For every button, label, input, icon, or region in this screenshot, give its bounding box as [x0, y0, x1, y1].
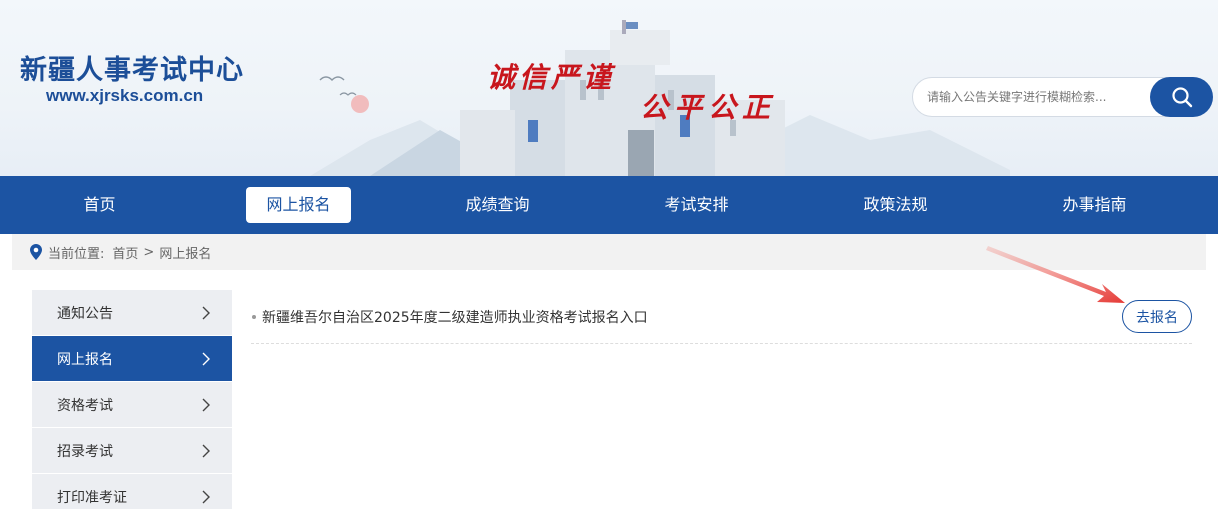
chevron-right-icon — [202, 306, 210, 320]
sidebar-item-label: 网上报名 — [57, 351, 113, 368]
nav-item-policies[interactable]: 政策法规 — [796, 176, 995, 234]
search-icon — [1171, 87, 1192, 108]
nav-item-exam-schedule[interactable]: 考试安排 — [597, 176, 796, 234]
main-nav: 首页 网上报名 成绩查询 考试安排 政策法规 办事指南 — [0, 176, 1218, 234]
nav-label: 办事指南 — [1062, 195, 1127, 214]
sidebar-item-print-admission-ticket[interactable]: 打印准考证 — [32, 474, 232, 509]
location-pin-icon — [30, 244, 42, 260]
sidebar-item-online-registration[interactable]: 网上报名 — [32, 336, 232, 382]
nav-item-score-query[interactable]: 成绩查询 — [398, 176, 597, 234]
site-header: 新疆人事考试中心 www.xjrsks.com.cn 诚信严谨 公平公正 — [0, 0, 1218, 176]
bullet-dot — [252, 314, 256, 319]
search-button[interactable] — [1150, 77, 1213, 117]
site-title[interactable]: 新疆人事考试中心 — [20, 48, 244, 87]
chevron-right-icon — [202, 398, 210, 412]
motto-line2: 公平公正 — [640, 91, 777, 124]
sidebar-item-label: 招录考试 — [57, 443, 113, 460]
search-box — [912, 77, 1213, 117]
chevron-right-icon — [202, 444, 210, 458]
breadcrumb-separator: > — [143, 244, 155, 260]
sidebar-item-recruitment-exam[interactable]: 招录考试 — [32, 428, 232, 474]
nav-label: 考试安排 — [664, 195, 729, 214]
motto-line1: 诚信严谨 — [487, 61, 616, 94]
chevron-right-icon — [202, 490, 210, 504]
sidebar-item-qualification-exam[interactable]: 资格考试 — [32, 382, 232, 428]
sidebar-item-label: 打印准考证 — [57, 489, 127, 506]
nav-label: 政策法规 — [863, 195, 928, 214]
breadcrumb-home-link[interactable]: 首页 — [112, 243, 138, 262]
nav-label: 首页 — [83, 195, 116, 214]
sidebar: 通知公告 网上报名 资格考试 招录考试 打印准考证 — [32, 290, 232, 509]
chevron-right-icon — [202, 352, 210, 366]
go-register-button[interactable]: 去报名 — [1122, 300, 1192, 333]
list-item-title[interactable]: 新疆维吾尔自治区2025年度二级建造师执业资格考试报名入口 — [262, 307, 648, 327]
nav-label: 成绩查询 — [465, 195, 530, 214]
nav-label: 网上报名 — [246, 187, 351, 223]
nav-item-online-registration[interactable]: 网上报名 — [199, 176, 398, 234]
breadcrumb-prefix: 当前位置: — [48, 246, 105, 262]
breadcrumb-current[interactable]: 网上报名 — [159, 243, 211, 262]
sidebar-item-label: 资格考试 — [57, 397, 113, 414]
nav-item-home[interactable]: 首页 — [0, 176, 199, 234]
sidebar-item-label: 通知公告 — [57, 305, 113, 322]
search-input[interactable] — [927, 78, 1147, 116]
sidebar-item-notices[interactable]: 通知公告 — [32, 290, 232, 336]
nav-item-service-guide[interactable]: 办事指南 — [995, 176, 1194, 234]
site-url[interactable]: www.xjrsks.com.cn — [46, 86, 203, 106]
annotation-arrow-icon — [986, 246, 1125, 303]
